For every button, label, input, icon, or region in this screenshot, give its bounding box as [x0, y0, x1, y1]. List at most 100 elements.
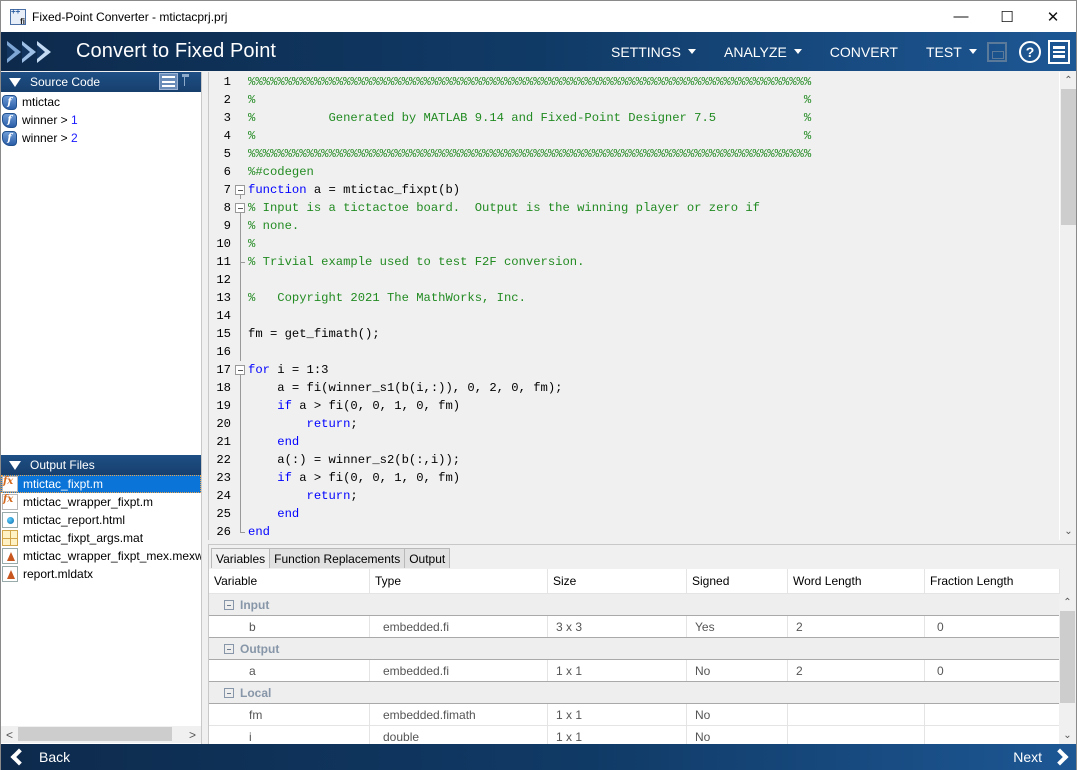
column-header-variable[interactable]: Variable — [209, 569, 370, 593]
next-button[interactable]: Next — [1013, 744, 1070, 770]
output-file-item[interactable]: mtictac_fixpt.m — [1, 475, 201, 493]
code-line[interactable]: 4 % % — [209, 127, 1059, 145]
code-line[interactable]: 3 % Generated by MATLAB 9.14 and Fixed-Po… — [209, 109, 1059, 127]
code-line[interactable]: 16 — [209, 343, 1059, 361]
cell-fraction-length[interactable]: 0 — [925, 616, 1060, 637]
scrollbar-thumb[interactable] — [18, 727, 172, 741]
cell-word-length[interactable]: 2 — [788, 616, 925, 637]
column-header-size[interactable]: Size — [548, 569, 687, 593]
code-line[interactable]: 22 a(:) = winner_s2(b(:,i)); — [209, 451, 1059, 469]
code-line[interactable]: 25 end — [209, 505, 1059, 523]
group-row-local[interactable]: Local — [209, 682, 1060, 704]
cell-signed[interactable]: Yes — [687, 616, 788, 637]
source-item-mtictac[interactable]: f mtictac — [1, 93, 201, 111]
code-line[interactable]: 8 % Input is a tictactoe board. Output is… — [209, 199, 1059, 217]
source-item-winner-2[interactable]: f winner > 2 — [1, 129, 201, 147]
scrollbar-thumb[interactable] — [1060, 611, 1075, 703]
group-label: Output — [240, 641, 280, 656]
code-line[interactable]: 9 % none. — [209, 217, 1059, 235]
code-line[interactable]: 15 fm = get_fimath(); — [209, 325, 1059, 343]
collapse-group-icon[interactable] — [224, 643, 234, 654]
cell-word-length[interactable] — [788, 704, 925, 725]
code-line[interactable]: 19 if a > fi(0, 0, 1, 0, fm) — [209, 397, 1059, 415]
help-icon[interactable]: ? — [1019, 41, 1041, 63]
code-line[interactable]: 5%%%%%%%%%%%%%%%%%%%%%%%%%%%%%%%%%%%%%%%… — [209, 145, 1059, 163]
column-header-type[interactable]: Type — [370, 569, 548, 593]
output-files-header[interactable]: Output Files — [1, 455, 201, 475]
fold-gutter — [231, 127, 248, 145]
output-file-item[interactable]: mtictac_wrapper_fixpt.m — [1, 493, 201, 511]
tree-view-icon[interactable] — [182, 74, 198, 89]
column-header-word-length[interactable]: Word Length — [788, 569, 925, 593]
source-item-winner-1[interactable]: f winner > 1 — [1, 111, 201, 129]
code-line[interactable]: 21 end — [209, 433, 1059, 451]
collapse-triangle-icon[interactable] — [9, 460, 21, 470]
cell-fraction-length[interactable] — [925, 704, 1060, 725]
collapse-triangle-icon[interactable] — [9, 77, 21, 87]
cell-fraction-length[interactable]: 0 — [925, 660, 1060, 681]
scroll-up-icon[interactable]: ⌃ — [1059, 594, 1076, 611]
save-icon[interactable] — [987, 42, 1007, 62]
scroll-right-icon[interactable]: > — [184, 726, 201, 743]
cell-signed[interactable]: No — [687, 660, 788, 681]
code-line[interactable]: 23 if a > fi(0, 0, 1, 0, fm) — [209, 469, 1059, 487]
scroll-left-icon[interactable]: < — [1, 726, 18, 743]
code-line[interactable]: 14 — [209, 307, 1059, 325]
fold-toggle-icon[interactable] — [231, 181, 248, 199]
output-file-item[interactable]: mtictac_wrapper_fixpt_mex.mexw — [1, 547, 201, 565]
collapse-group-icon[interactable] — [224, 687, 234, 698]
source-code-header[interactable]: Source Code — [1, 72, 201, 92]
code-line[interactable]: 12 — [209, 271, 1059, 289]
code-line[interactable]: 11 % Trivial example used to test F2F con… — [209, 253, 1059, 271]
fold-toggle-icon[interactable] — [231, 361, 248, 379]
table-row[interactable]: a embedded.fi 1 x 1 No 2 0 — [209, 660, 1060, 682]
code-line[interactable]: 2 % % — [209, 91, 1059, 109]
mat-file-icon — [2, 530, 18, 546]
settings-menu[interactable]: SETTINGS — [611, 44, 697, 60]
output-file-item[interactable]: report.mldatx — [1, 565, 201, 583]
code-line[interactable]: 13 % Copyright 2021 The MathWorks, Inc. — [209, 289, 1059, 307]
cell-word-length[interactable]: 2 — [788, 660, 925, 681]
editor-vertical-scrollbar[interactable]: ⌃ ⌄ — [1059, 72, 1076, 540]
convert-button[interactable]: CONVERT — [830, 44, 898, 60]
column-header-signed[interactable]: Signed — [687, 569, 788, 593]
tab-function-replacements[interactable]: Function Replacements — [269, 548, 406, 568]
analyze-menu[interactable]: ANALYZE — [724, 44, 802, 60]
table-vertical-scrollbar[interactable]: ⌃ ⌄ — [1059, 594, 1076, 744]
group-row-output[interactable]: Output — [209, 638, 1060, 660]
scroll-down-icon[interactable]: ⌄ — [1060, 523, 1077, 540]
minimize-button[interactable]: — — [938, 1, 984, 32]
group-row-input[interactable]: Input — [209, 594, 1060, 616]
test-menu-label: TEST — [925, 43, 962, 60]
close-button[interactable]: ✕ — [1030, 1, 1076, 32]
cell-signed[interactable]: No — [687, 704, 788, 725]
scroll-down-icon[interactable]: ⌄ — [1059, 727, 1076, 744]
code-line[interactable]: 1%%%%%%%%%%%%%%%%%%%%%%%%%%%%%%%%%%%%%%%… — [209, 73, 1059, 91]
code-line[interactable]: 10% — [209, 235, 1059, 253]
collapse-group-icon[interactable] — [224, 599, 234, 610]
maximize-button[interactable]: ☐ — [984, 1, 1030, 32]
code-line[interactable]: 26 end — [209, 523, 1059, 541]
back-button[interactable]: Back — [7, 744, 70, 770]
code-line[interactable]: 6 %#codegen — [209, 163, 1059, 181]
output-file-item[interactable]: mtictac_fixpt_args.mat — [1, 529, 201, 547]
code-line[interactable]: 17 for i = 1:3 — [209, 361, 1059, 379]
hamburger-menu-icon[interactable] — [1048, 40, 1070, 64]
code-editor[interactable]: 26 end 25 end 24 return; 23 if a > fi(0, 0, … — [208, 72, 1076, 540]
output-file-item[interactable]: mtictac_report.html — [1, 511, 201, 529]
left-panel-horizontal-scrollbar[interactable]: < > — [1, 726, 201, 743]
code-line[interactable]: 20 return; — [209, 415, 1059, 433]
table-row[interactable]: b embedded.fi 3 x 3 Yes 2 0 — [209, 616, 1060, 638]
list-view-icon[interactable] — [159, 73, 178, 90]
code-line[interactable]: 7 function a = mtictac_fixpt(b) — [209, 181, 1059, 199]
scroll-up-icon[interactable]: ⌃ — [1060, 72, 1077, 89]
fold-toggle-icon[interactable] — [231, 199, 248, 217]
tab-variables[interactable]: Variables — [211, 548, 271, 568]
column-header-fraction-length[interactable]: Fraction Length — [925, 569, 1060, 593]
scrollbar-thumb[interactable] — [1061, 89, 1076, 225]
tab-output[interactable]: Output — [404, 548, 451, 568]
code-line[interactable]: 18 a = fi(winner_s1(b(i,:)), 0, 2, 0, fm… — [209, 379, 1059, 397]
code-line[interactable]: 24 return; — [209, 487, 1059, 505]
test-menu[interactable]: TEST — [926, 44, 977, 60]
table-row[interactable]: fm embedded.fimath 1 x 1 No — [209, 704, 1060, 726]
